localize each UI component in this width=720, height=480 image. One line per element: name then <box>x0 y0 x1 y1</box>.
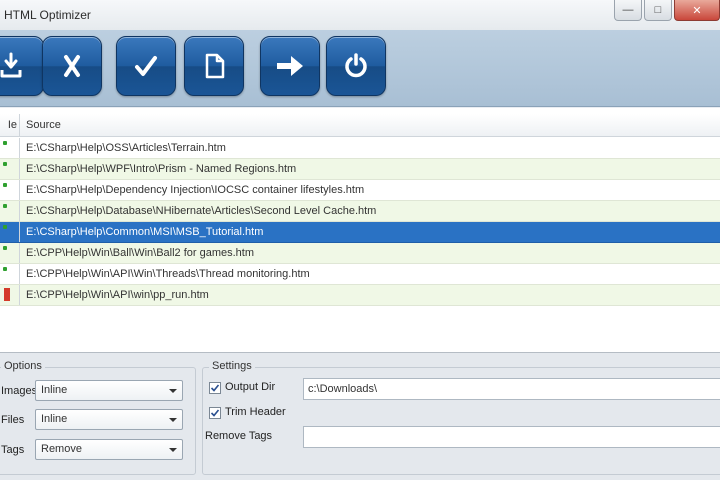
window-title: HTML Optimizer <box>4 8 91 22</box>
app-window: HTML Optimizer — □ ✕ Ie Source E:\CSharp… <box>0 0 720 480</box>
file-list[interactable]: Ie Source E:\CSharp\Help\OSS\Articles\Te… <box>0 108 720 353</box>
check-icon <box>135 56 157 76</box>
files-select[interactable]: Inline <box>35 409 183 430</box>
ok-status-icon <box>3 267 9 280</box>
output-dir-label: Output Dir <box>225 381 276 393</box>
maximize-button[interactable]: □ <box>644 0 672 21</box>
new-document-button[interactable] <box>184 36 244 96</box>
output-dir-value: c:\Downloads\ <box>308 383 378 395</box>
bottom-panel: Options Images Inline Files Inline Tags … <box>0 353 720 480</box>
options-group-title: Options <box>1 360 45 372</box>
run-button[interactable] <box>260 36 320 96</box>
import-icon <box>0 52 22 78</box>
images-label: Images <box>1 385 38 397</box>
source-path: E:\CPP\Help\Win\API\Win\Threads\Thread m… <box>26 268 310 280</box>
status-cell <box>0 264 20 284</box>
ok-status-icon <box>3 141 9 154</box>
status-cell <box>0 285 20 305</box>
power-icon <box>345 53 367 78</box>
source-path: E:\CPP\Help\Win\Ball\Win\Ball2 for games… <box>26 247 255 259</box>
remove-button[interactable] <box>42 36 102 96</box>
source-path: E:\CSharp\Help\WPF\Intro\Prism - Named R… <box>26 163 297 175</box>
images-select[interactable]: Inline <box>35 380 183 401</box>
source-path: E:\CSharp\Help\OSS\Articles\Terrain.htm <box>26 142 226 154</box>
ok-status-icon <box>3 246 9 259</box>
ok-status-icon <box>3 204 9 217</box>
minimize-button[interactable]: — <box>614 0 642 21</box>
validate-button[interactable] <box>116 36 176 96</box>
source-path: E:\CSharp\Help\Dependency Injection\IOCS… <box>26 184 365 196</box>
chevron-down-icon <box>169 389 177 393</box>
status-cell <box>0 201 20 221</box>
tags-select[interactable]: Remove <box>35 439 183 460</box>
table-row[interactable]: E:\CSharp\Help\Database\NHibernate\Artic… <box>0 201 720 222</box>
table-row-selected[interactable]: E:\CSharp\Help\Common\MSI\MSB_Tutorial.h… <box>0 222 720 243</box>
remove-tags-input[interactable] <box>303 426 720 448</box>
ok-status-icon <box>3 225 9 238</box>
table-row[interactable]: E:\CSharp\Help\OSS\Articles\Terrain.htm <box>0 138 720 159</box>
title-bar[interactable]: HTML Optimizer — □ ✕ <box>0 0 720 31</box>
list-header: Ie Source <box>0 114 720 137</box>
settings-group: Settings Output Dir c:\Downloads\ Trim H… <box>202 360 720 475</box>
output-dir-checkbox[interactable] <box>209 382 221 394</box>
column-header-source[interactable]: Source <box>26 114 61 136</box>
status-cell <box>0 180 20 200</box>
table-row[interactable]: E:\CPP\Help\Win\Ball\Win\Ball2 for games… <box>0 243 720 264</box>
files-select-value: Inline <box>41 413 68 425</box>
remove-tags-label: Remove Tags <box>205 430 273 442</box>
error-status-icon <box>4 288 10 301</box>
settings-group-title: Settings <box>209 360 255 372</box>
table-row[interactable]: E:\CPP\Help\Win\API\win\pp_run.htm <box>0 285 720 306</box>
checkmark-icon <box>210 409 220 417</box>
column-header-status[interactable]: Ie <box>0 114 20 136</box>
source-path: E:\CPP\Help\Win\API\win\pp_run.htm <box>26 289 209 301</box>
trim-header-checkbox[interactable] <box>209 407 221 419</box>
table-row[interactable]: E:\CPP\Help\Win\API\Win\Threads\Thread m… <box>0 264 720 285</box>
ok-status-icon <box>3 183 9 196</box>
tags-select-value: Remove <box>41 443 82 455</box>
output-dir-input[interactable]: c:\Downloads\ <box>303 378 720 400</box>
close-button[interactable]: ✕ <box>674 0 720 21</box>
power-button[interactable] <box>326 36 386 96</box>
list-rows: E:\CSharp\Help\OSS\Articles\Terrain.htm … <box>0 138 720 306</box>
tags-label: Tags <box>1 444 25 456</box>
chevron-down-icon <box>169 448 177 452</box>
status-cell <box>0 159 20 179</box>
files-label: Files <box>1 414 25 426</box>
window-controls: — □ ✕ <box>612 0 720 22</box>
status-cell <box>0 138 20 158</box>
chevron-down-icon <box>169 418 177 422</box>
run-arrow-icon <box>277 56 303 76</box>
options-group: Options Images Inline Files Inline Tags … <box>0 360 196 475</box>
source-path: E:\CSharp\Help\Database\NHibernate\Artic… <box>26 205 377 217</box>
new-document-icon <box>205 53 225 79</box>
remove-icon <box>64 55 80 77</box>
checkmark-icon <box>210 384 220 392</box>
status-cell <box>0 243 20 263</box>
table-row[interactable]: E:\CSharp\Help\WPF\Intro\Prism - Named R… <box>0 159 720 180</box>
toolbar <box>0 30 720 107</box>
images-select-value: Inline <box>41 384 68 396</box>
source-path: E:\CSharp\Help\Common\MSI\MSB_Tutorial.h… <box>26 226 264 238</box>
status-cell <box>0 222 20 242</box>
ok-status-icon <box>3 162 9 175</box>
trim-header-label: Trim Header <box>225 406 286 418</box>
import-button[interactable] <box>0 36 44 96</box>
table-row[interactable]: E:\CSharp\Help\Dependency Injection\IOCS… <box>0 180 720 201</box>
